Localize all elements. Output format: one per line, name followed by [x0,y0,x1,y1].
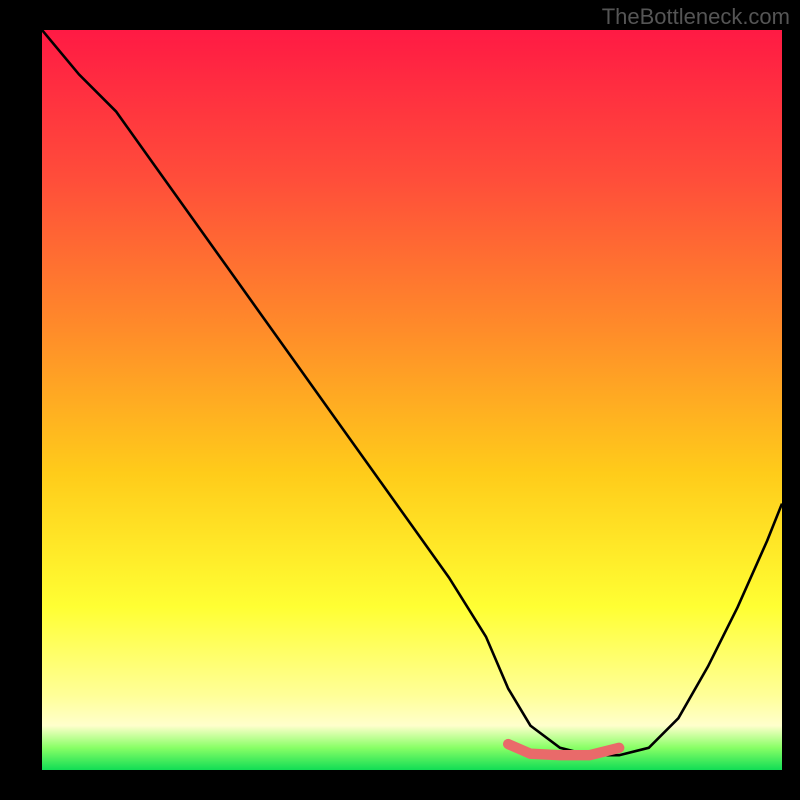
chart-area [42,30,782,770]
background-gradient [42,30,782,770]
watermark-label: TheBottleneck.com [602,4,790,30]
